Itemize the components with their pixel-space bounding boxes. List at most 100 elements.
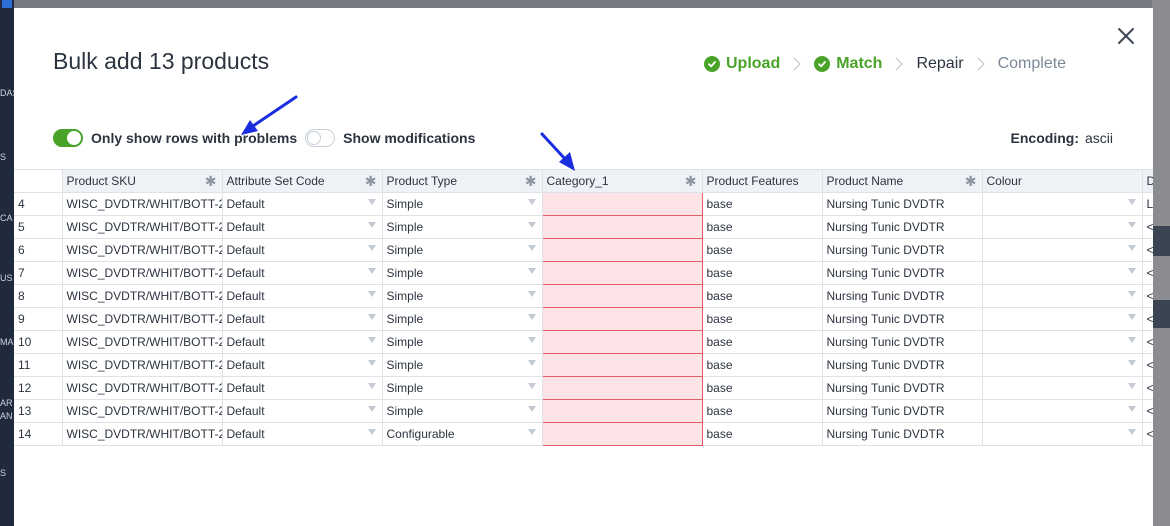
- cell-attribute-set-code[interactable]: Default: [221, 261, 383, 285]
- cell-product-sku[interactable]: WISC_DVDTR/WHIT/BOTT-2: [61, 330, 223, 354]
- cell-product-type[interactable]: Simple: [381, 238, 543, 262]
- cell-product-features[interactable]: base: [701, 192, 823, 216]
- column-header-attribute-set-code[interactable]: Attribute Set Code ✱: [221, 169, 383, 193]
- caret-down-icon[interactable]: [1127, 245, 1136, 251]
- cell-attribute-set-code[interactable]: Default: [221, 353, 383, 377]
- cell-product-features[interactable]: base: [701, 422, 823, 446]
- cell-category-1[interactable]: [541, 422, 703, 446]
- caret-down-icon[interactable]: [527, 337, 536, 343]
- column-header-product-features[interactable]: Product Features: [701, 169, 823, 193]
- cell-product-name[interactable]: Nursing Tunic DVDTR: [821, 215, 983, 239]
- caret-down-icon[interactable]: [527, 383, 536, 389]
- cell-colour[interactable]: [981, 422, 1143, 446]
- caret-down-icon[interactable]: [1127, 337, 1136, 343]
- close-icon[interactable]: [1115, 25, 1137, 47]
- cell-product-name[interactable]: Nursing Tunic DVDTR: [821, 399, 983, 423]
- cell-product-name[interactable]: Nursing Tunic DVDTR: [821, 192, 983, 216]
- cell-attribute-set-code[interactable]: Default: [221, 284, 383, 308]
- cell-product-name[interactable]: Nursing Tunic DVDTR: [821, 238, 983, 262]
- cell-category-1[interactable]: [541, 261, 703, 285]
- cell-product-features[interactable]: base: [701, 353, 823, 377]
- cell-colour[interactable]: [981, 192, 1143, 216]
- caret-down-icon[interactable]: [367, 406, 376, 412]
- caret-down-icon[interactable]: [527, 314, 536, 320]
- cell-category-1[interactable]: [541, 192, 703, 216]
- cell-truncated[interactable]: <: [1141, 284, 1153, 308]
- cell-attribute-set-code[interactable]: Default: [221, 422, 383, 446]
- cell-product-sku[interactable]: WISC_DVDTR/WHIT/BOTT-2: [61, 422, 223, 446]
- cell-product-name[interactable]: Nursing Tunic DVDTR: [821, 261, 983, 285]
- column-header-product-name[interactable]: Product Name ✱: [821, 169, 983, 193]
- column-header-colour[interactable]: Colour: [981, 169, 1143, 193]
- cell-category-1[interactable]: [541, 376, 703, 400]
- caret-down-icon[interactable]: [527, 268, 536, 274]
- caret-down-icon[interactable]: [1127, 314, 1136, 320]
- cell-colour[interactable]: [981, 399, 1143, 423]
- cell-product-name[interactable]: Nursing Tunic DVDTR: [821, 376, 983, 400]
- cell-truncated[interactable]: <: [1141, 261, 1153, 285]
- cell-category-1[interactable]: [541, 330, 703, 354]
- cell-category-1[interactable]: [541, 284, 703, 308]
- caret-down-icon[interactable]: [1127, 383, 1136, 389]
- cell-colour[interactable]: [981, 284, 1143, 308]
- cell-product-features[interactable]: base: [701, 238, 823, 262]
- cell-product-type[interactable]: Simple: [381, 376, 543, 400]
- cell-product-name[interactable]: Nursing Tunic DVDTR: [821, 307, 983, 331]
- cell-product-type[interactable]: Simple: [381, 284, 543, 308]
- caret-down-icon[interactable]: [367, 360, 376, 366]
- cell-product-features[interactable]: base: [701, 399, 823, 423]
- cell-colour[interactable]: [981, 330, 1143, 354]
- column-header-product-sku[interactable]: Product SKU ✱: [61, 169, 223, 193]
- cell-truncated[interactable]: <: [1141, 330, 1153, 354]
- cell-truncated[interactable]: <: [1141, 376, 1153, 400]
- cell-product-type[interactable]: Simple: [381, 215, 543, 239]
- caret-down-icon[interactable]: [527, 360, 536, 366]
- cell-product-type[interactable]: Simple: [381, 353, 543, 377]
- cell-product-features[interactable]: base: [701, 284, 823, 308]
- cell-attribute-set-code[interactable]: Default: [221, 192, 383, 216]
- cell-colour[interactable]: [981, 353, 1143, 377]
- cell-colour[interactable]: [981, 376, 1143, 400]
- cell-product-sku[interactable]: WISC_DVDTR/WHIT/BOTT-2: [61, 376, 223, 400]
- caret-down-icon[interactable]: [527, 406, 536, 412]
- cell-attribute-set-code[interactable]: Default: [221, 330, 383, 354]
- cell-category-1[interactable]: [541, 353, 703, 377]
- cell-product-name[interactable]: Nursing Tunic DVDTR: [821, 284, 983, 308]
- modifications-toggle[interactable]: [305, 129, 336, 147]
- cell-attribute-set-code[interactable]: Default: [221, 215, 383, 239]
- caret-down-icon[interactable]: [367, 429, 376, 435]
- problems-toggle[interactable]: [53, 129, 83, 147]
- cell-product-type[interactable]: Simple: [381, 261, 543, 285]
- caret-down-icon[interactable]: [527, 222, 536, 228]
- cell-product-features[interactable]: base: [701, 215, 823, 239]
- caret-down-icon[interactable]: [367, 268, 376, 274]
- column-header-product-type[interactable]: Product Type ✱: [381, 169, 543, 193]
- cell-product-sku[interactable]: WISC_DVDTR/WHIT/BOTT-2: [61, 238, 223, 262]
- cell-product-type[interactable]: Configurable: [381, 422, 543, 446]
- caret-down-icon[interactable]: [527, 429, 536, 435]
- cell-product-name[interactable]: Nursing Tunic DVDTR: [821, 353, 983, 377]
- cell-truncated[interactable]: <: [1141, 399, 1153, 423]
- cell-colour[interactable]: [981, 307, 1143, 331]
- cell-attribute-set-code[interactable]: Default: [221, 376, 383, 400]
- cell-product-sku[interactable]: WISC_DVDTR/WHIT/BOTT-2: [61, 353, 223, 377]
- cell-colour[interactable]: [981, 238, 1143, 262]
- cell-product-sku[interactable]: WISC_DVDTR/WHIT/BOTT-2: [61, 192, 223, 216]
- caret-down-icon[interactable]: [1127, 406, 1136, 412]
- cell-product-name[interactable]: Nursing Tunic DVDTR: [821, 330, 983, 354]
- caret-down-icon[interactable]: [527, 199, 536, 205]
- caret-down-icon[interactable]: [1127, 429, 1136, 435]
- cell-product-features[interactable]: base: [701, 376, 823, 400]
- cell-product-type[interactable]: Simple: [381, 399, 543, 423]
- cell-truncated[interactable]: <: [1141, 215, 1153, 239]
- cell-attribute-set-code[interactable]: Default: [221, 399, 383, 423]
- cell-product-sku[interactable]: WISC_DVDTR/WHIT/BOTT-2: [61, 307, 223, 331]
- caret-down-icon[interactable]: [1127, 268, 1136, 274]
- cell-product-sku[interactable]: WISC_DVDTR/WHIT/BOTT-2: [61, 215, 223, 239]
- cell-colour[interactable]: [981, 261, 1143, 285]
- caret-down-icon[interactable]: [1127, 291, 1136, 297]
- cell-product-type[interactable]: Simple: [381, 192, 543, 216]
- cell-product-features[interactable]: base: [701, 261, 823, 285]
- caret-down-icon[interactable]: [367, 222, 376, 228]
- cell-truncated[interactable]: <: [1141, 422, 1153, 446]
